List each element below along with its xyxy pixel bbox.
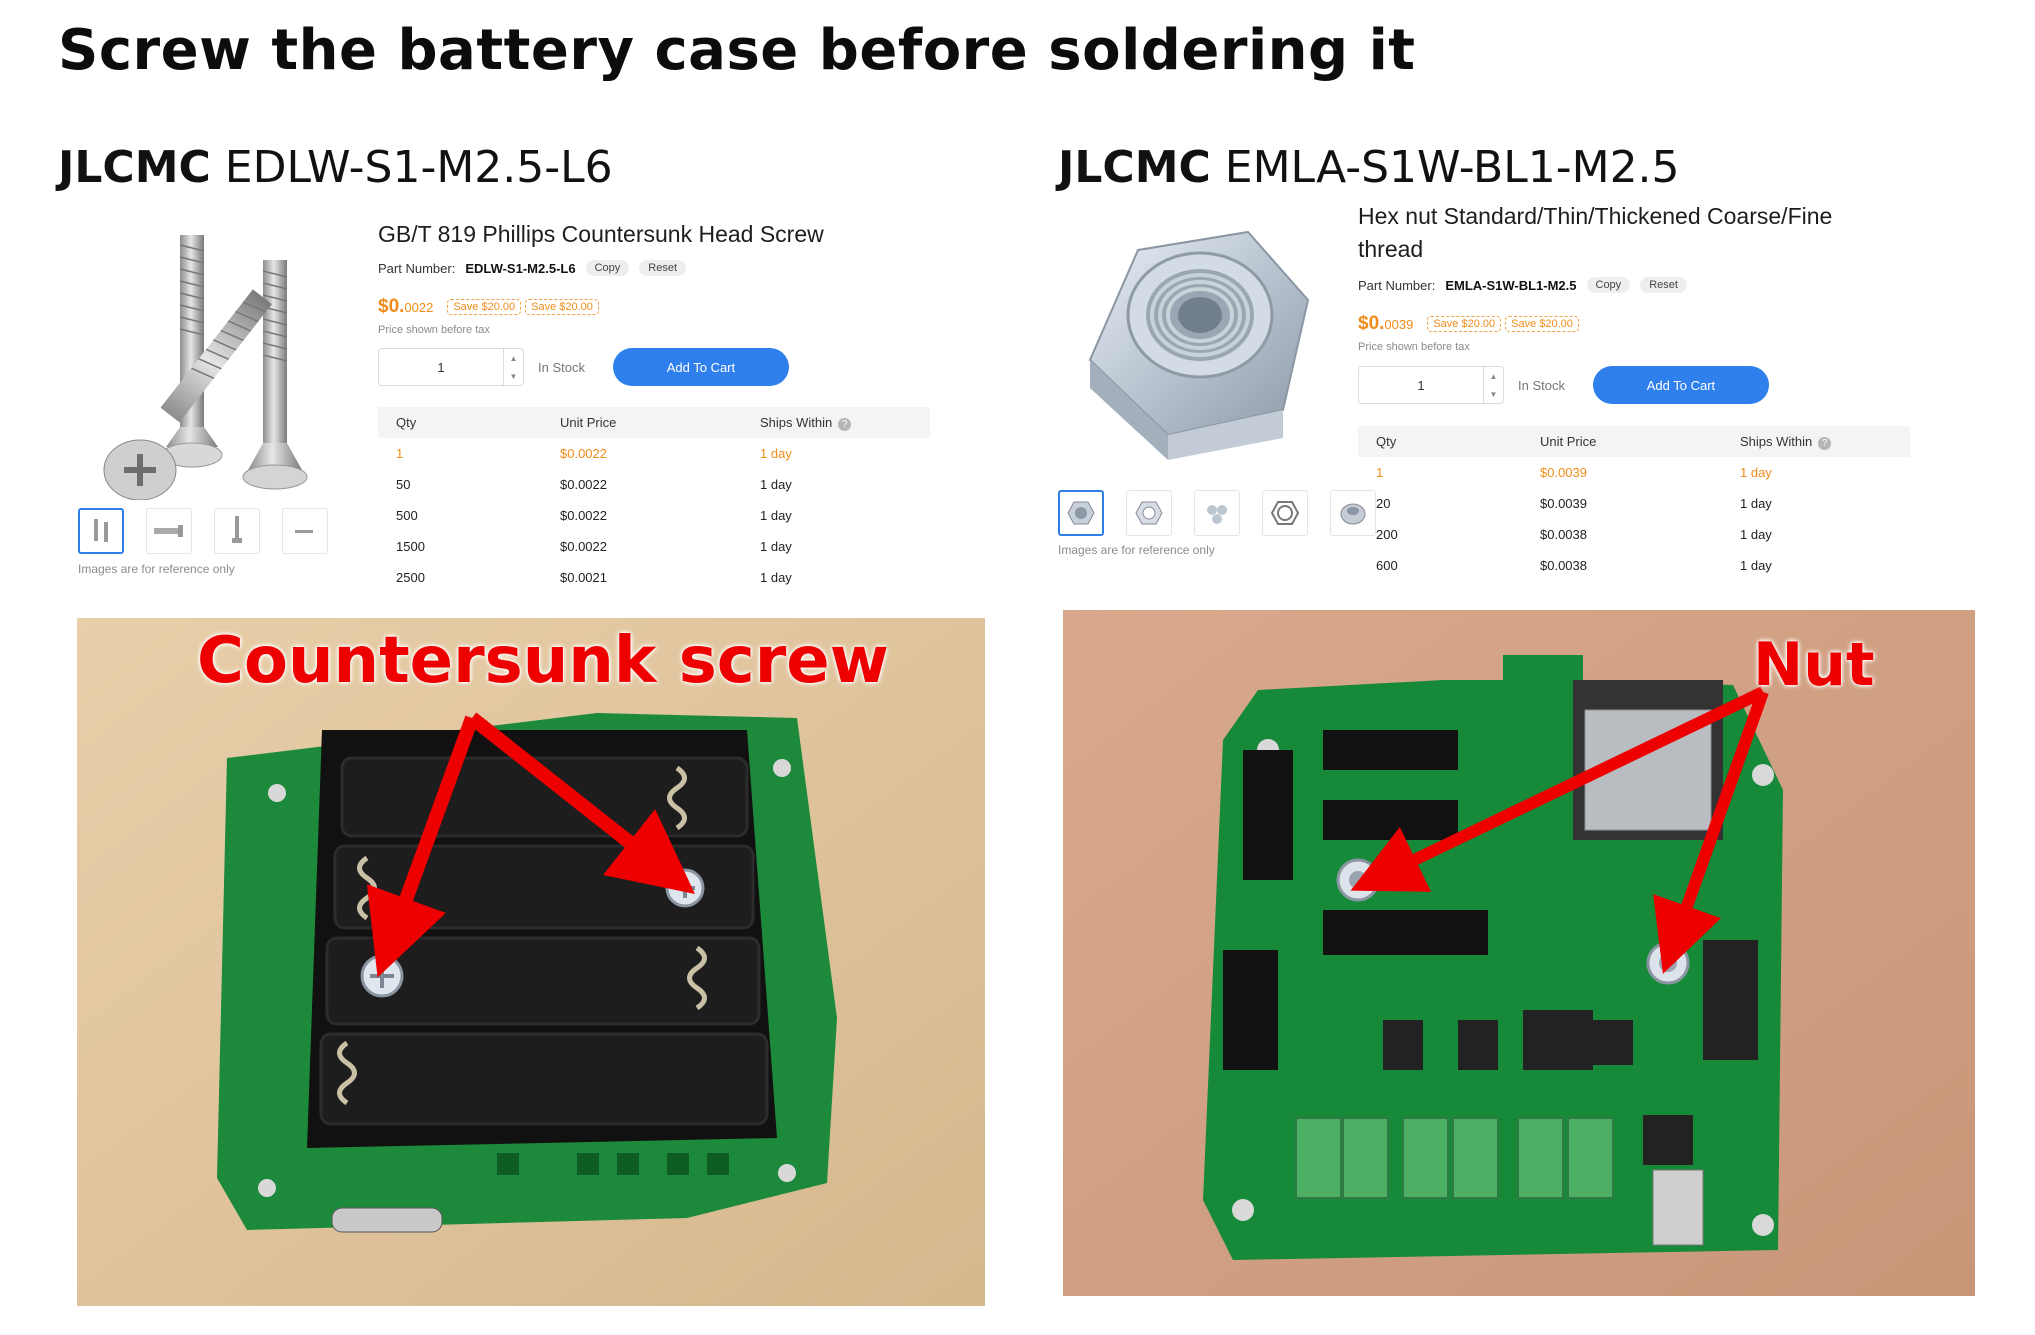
nut-product-card: Images are for reference only Hex nut St…	[1058, 200, 1938, 585]
col-unit-price: Unit Price	[542, 407, 742, 438]
nut-price-table: Qty Unit Price Ships Within? 1 $0.0039 1 d…	[1358, 426, 1910, 581]
stepper-arrows[interactable]: ▲ ▼	[503, 349, 523, 385]
thumb-screw-4[interactable]	[282, 508, 328, 554]
arrow-up-icon[interactable]: ▲	[510, 354, 518, 363]
part-number-label: Part Number:	[1358, 277, 1436, 293]
col-ships-within: Ships Within?	[1722, 426, 1910, 457]
quantity-stepper[interactable]: 1 ▲ ▼	[1358, 366, 1504, 404]
screw-price-table: Qty Unit Price Ships Within? 1 $0.0022 1 d…	[378, 407, 930, 593]
help-icon[interactable]: ?	[838, 417, 852, 431]
table-row: 1 $0.0022 1 day	[396, 446, 792, 461]
table-row: 600 $0.0038 1 day	[1376, 558, 1772, 573]
nut-part-number-row: Part Number: EMLA-S1W-BL1-M2.5 Copy Rese…	[1358, 277, 1687, 293]
battery-case-photo: Countersunk screw	[77, 618, 985, 1306]
nut-price: $0.0039	[1358, 313, 1414, 334]
nut-code: EMLA-S1W-BL1-M2.5	[1224, 142, 1680, 193]
screw-product-image	[80, 215, 360, 500]
part-number-value: EMLA-S1W-BL1-M2.5	[1445, 277, 1577, 293]
nut-title-line-2: thread	[1358, 236, 1424, 262]
add-to-cart-button[interactable]: Add To Cart	[1592, 366, 1769, 404]
thumb-nut-1[interactable]	[1058, 490, 1104, 536]
screw-part-heading: JLCMC EDLW-S1-M2.5-L6	[58, 142, 613, 193]
arrow-down-icon[interactable]: ▼	[1490, 390, 1498, 399]
thumb-screw-3[interactable]	[214, 508, 260, 554]
arrow-down-icon[interactable]: ▼	[510, 372, 518, 381]
screw-price-row: $0.0022 Save $20.00 Save $20.00	[378, 296, 599, 318]
table-row: 20 $0.0039 1 day	[1376, 496, 1772, 511]
copy-button[interactable]: Copy	[1586, 277, 1631, 293]
screw-code: EDLW-S1-M2.5-L6	[224, 142, 613, 193]
col-qty: Qty	[1358, 426, 1522, 457]
screw-product-title: GB/T 819 Phillips Countersunk Head Screw	[378, 221, 824, 247]
add-to-cart-button[interactable]: Add To Cart	[612, 348, 789, 386]
thumb-nut-3[interactable]	[1194, 490, 1240, 536]
table-row: 1500 $0.0022 1 day	[396, 539, 792, 554]
pcb-nut-photo: Nut	[1063, 610, 1975, 1296]
nut-images-note: Images are for reference only	[1058, 543, 1215, 557]
stock-status: In Stock	[538, 359, 585, 375]
countersunk-screw-callout: Countersunk screw	[197, 624, 889, 698]
quantity-stepper[interactable]: 1 ▲ ▼	[378, 348, 524, 386]
nut-brand: JLCMC	[1058, 142, 1211, 193]
col-ships-within: Ships Within?	[742, 407, 930, 438]
table-header-row: Qty Unit Price Ships Within?	[1358, 426, 1910, 457]
nut-callout: Nut	[1753, 630, 1875, 700]
nut-title-line-1: Hex nut Standard/Thin/Thickened Coarse/F…	[1358, 203, 1833, 229]
screw-quantity-row: 1 ▲ ▼ In Stock Add To Cart	[378, 348, 789, 386]
table-row: 200 $0.0038 1 day	[1376, 527, 1772, 542]
quantity-value: 1	[1417, 377, 1425, 393]
table-row: 500 $0.0022 1 day	[396, 508, 792, 523]
save-tag: Save $20.00	[525, 299, 599, 315]
save-tag: Save $20.00	[447, 299, 522, 315]
save-tag: Save $20.00	[1427, 316, 1502, 332]
col-qty: Qty	[378, 407, 542, 438]
table-header-row: Qty Unit Price Ships Within?	[378, 407, 930, 438]
screw-part-number-row: Part Number: EDLW-S1-M2.5-L6 Copy Reset	[378, 260, 687, 276]
screw-product-card: Images are for reference only GB/T 819 P…	[60, 200, 930, 585]
nut-product-image	[1068, 210, 1328, 470]
screw-price: $0.0022	[378, 296, 434, 317]
nut-part-heading: JLCMC EMLA-S1W-BL1-M2.5	[1058, 142, 1680, 193]
thumb-nut-4[interactable]	[1262, 490, 1308, 536]
nut-thumbnails	[1058, 490, 1376, 536]
table-row: 50 $0.0022 1 day	[396, 477, 792, 492]
stock-status: In Stock	[1518, 377, 1565, 393]
tax-note: Price shown before tax	[378, 324, 490, 336]
screw-thumbnails	[78, 508, 328, 554]
table-row: 1 $0.0039 1 day	[1376, 465, 1772, 480]
part-number-label: Part Number:	[378, 260, 456, 276]
nut-price-row: $0.0039 Save $20.00 Save $20.00	[1358, 313, 1579, 335]
thumb-screw-1[interactable]	[78, 508, 124, 554]
screw-images-note: Images are for reference only	[78, 562, 235, 576]
copy-button[interactable]: Copy	[585, 260, 630, 276]
thumb-nut-2[interactable]	[1126, 490, 1172, 536]
thumb-screw-2[interactable]	[146, 508, 192, 554]
tax-note: Price shown before tax	[1358, 341, 1470, 353]
quantity-value: 1	[437, 359, 445, 375]
stepper-arrows[interactable]: ▲ ▼	[1483, 367, 1503, 403]
reset-button[interactable]: Reset	[639, 260, 687, 276]
help-icon[interactable]: ?	[1818, 436, 1832, 450]
reset-button[interactable]: Reset	[1640, 277, 1687, 293]
slide-title: Screw the battery case before soldering …	[58, 18, 1416, 83]
nut-quantity-row: 1 ▲ ▼ In Stock Add To Cart	[1358, 366, 1769, 404]
col-unit-price: Unit Price	[1522, 426, 1722, 457]
screw-brand: JLCMC	[58, 142, 211, 193]
nut-product-title: Hex nut Standard/Thin/Thickened Coarse/F…	[1358, 200, 1832, 266]
part-number-value: EDLW-S1-M2.5-L6	[465, 260, 576, 276]
arrow-up-icon[interactable]: ▲	[1490, 372, 1498, 381]
save-tag: Save $20.00	[1505, 316, 1579, 332]
table-row: 2500 $0.0021 1 day	[396, 570, 792, 585]
